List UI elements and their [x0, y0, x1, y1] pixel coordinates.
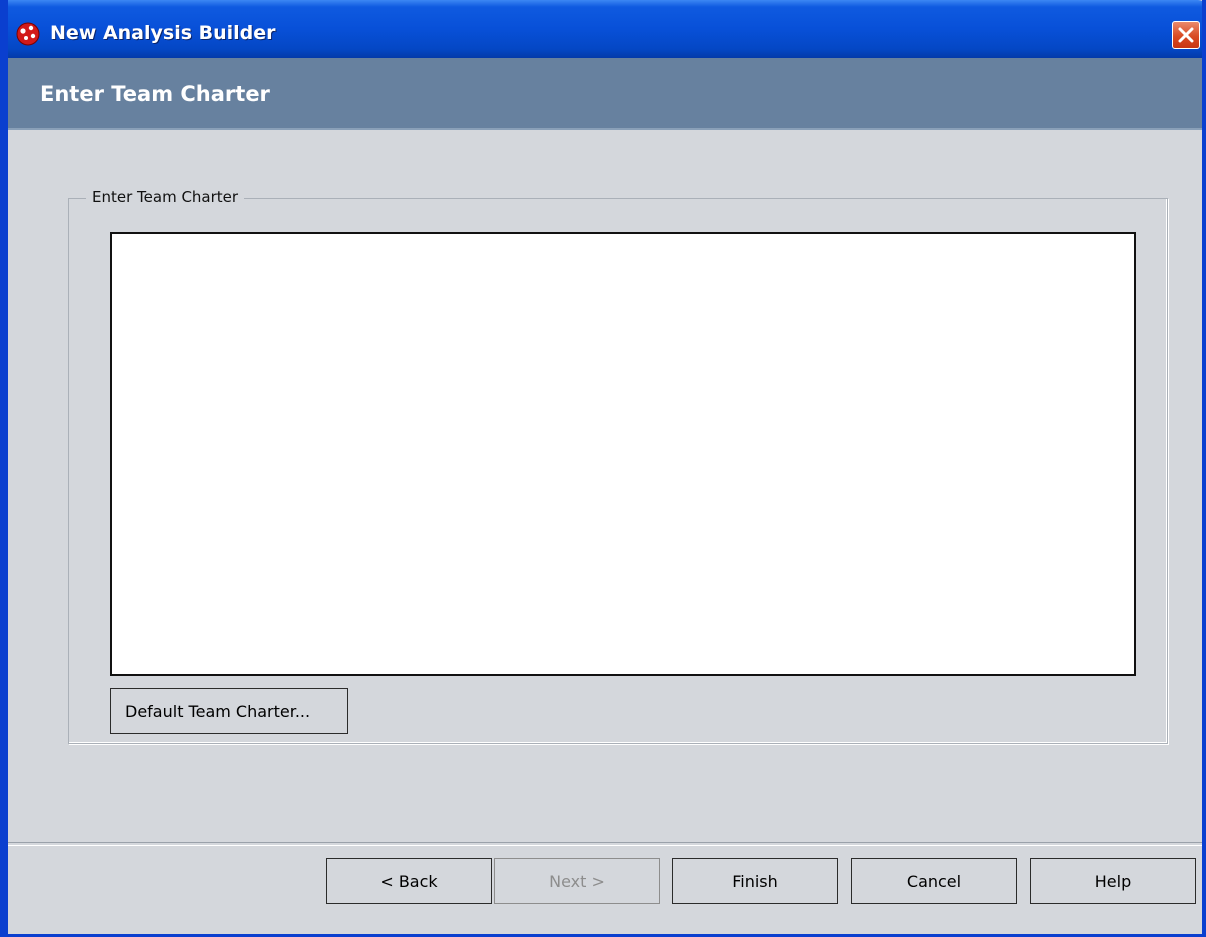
page-title: Enter Team Charter: [40, 82, 270, 106]
footer-divider: [8, 842, 1202, 846]
wizard-header: Enter Team Charter: [8, 58, 1202, 130]
next-button[interactable]: Next >: [494, 858, 660, 904]
cancel-button[interactable]: Cancel: [851, 858, 1017, 904]
default-team-charter-button[interactable]: Default Team Charter...: [110, 688, 348, 734]
app-icon: [16, 22, 40, 46]
title-bar[interactable]: New Analysis Builder: [8, 0, 1202, 58]
team-charter-textarea[interactable]: [110, 232, 1136, 676]
help-button[interactable]: Help: [1030, 858, 1196, 904]
dialog-window: New Analysis Builder Enter Team Charter …: [0, 0, 1206, 937]
window-title: New Analysis Builder: [50, 22, 276, 44]
close-icon: [1178, 27, 1194, 43]
groupbox-legend: Enter Team Charter: [86, 188, 245, 206]
finish-button[interactable]: Finish: [672, 858, 838, 904]
close-button[interactable]: [1172, 21, 1200, 49]
back-button[interactable]: < Back: [326, 858, 492, 904]
